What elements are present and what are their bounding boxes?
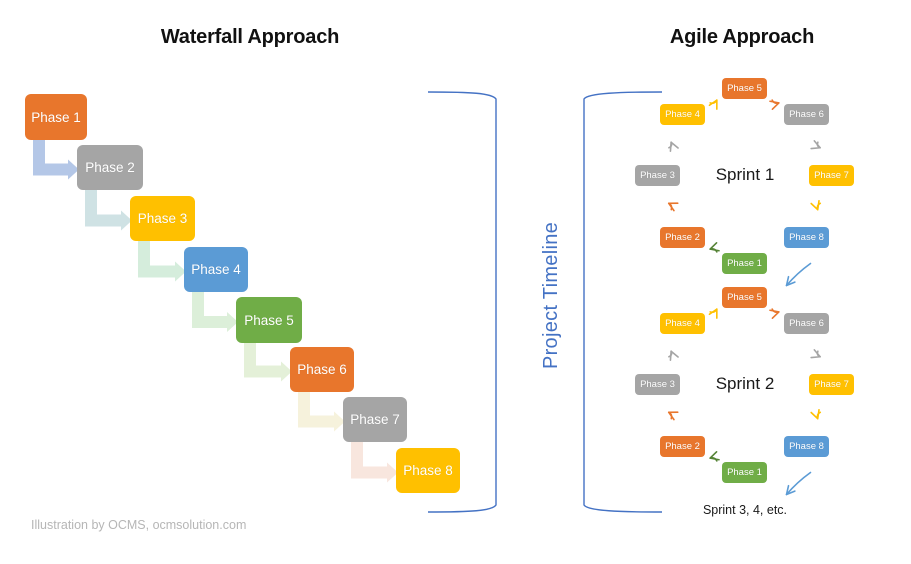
agile-sprint-2-phase-box-6[interactable]: Phase 6 xyxy=(784,313,829,334)
agile-phase-label: Phase 8 xyxy=(789,441,824,452)
agile-sprint-2-arrow-5 xyxy=(769,308,780,319)
agile-sprint-2-arrow-2 xyxy=(667,411,679,421)
agile-sprint-1-phase-box-1[interactable]: Phase 1 xyxy=(722,253,767,274)
agile-sprint-2-label: Sprint 2 xyxy=(715,374,775,393)
agile-sprint-1-arrow-2 xyxy=(667,202,679,212)
agile-sprint-1-arrow-3 xyxy=(668,141,679,153)
agile-sprint-1-arrow-1 xyxy=(709,242,720,253)
agile-sprint-continuation-note: Sprint 3, 4, etc. xyxy=(702,503,788,517)
agile-sprint-1-arrow-7 xyxy=(810,199,822,211)
agile-sprint-2-phase-box-5[interactable]: Phase 5 xyxy=(722,287,767,308)
agile-phase-label: Phase 1 xyxy=(727,467,762,478)
agile-sprint-1-phase-box-6[interactable]: Phase 6 xyxy=(784,104,829,125)
agile-phase-label: Phase 5 xyxy=(727,83,762,94)
agile-sprint-2-arrow-7 xyxy=(810,408,822,420)
agile-sprint-2-phase-box-1[interactable]: Phase 1 xyxy=(722,462,767,483)
agile-phase-label: Phase 4 xyxy=(665,318,700,329)
agile-phase-label: Phase 2 xyxy=(665,441,700,452)
agile-sprint-2-arrow-3 xyxy=(668,350,679,362)
agile-sprint-1-phase-box-8[interactable]: Phase 8 xyxy=(784,227,829,248)
agile-sprint-1-exit-arrow xyxy=(785,262,812,287)
agile-sprint-2-phase-box-7[interactable]: Phase 7 xyxy=(809,374,854,395)
agile-sprint-2-phase-box-8[interactable]: Phase 8 xyxy=(784,436,829,457)
agile-phase-label: Phase 5 xyxy=(727,292,762,303)
agile-phase-label: Phase 6 xyxy=(789,318,824,329)
diagram-canvas: Waterfall Approach Agile Approach Phase … xyxy=(0,0,911,564)
agile-phase-label: Phase 6 xyxy=(789,109,824,120)
agile-connectors xyxy=(667,99,822,496)
agile-phase-label: Phase 3 xyxy=(640,170,675,181)
agile-sprint-1-arrow-5 xyxy=(769,99,780,110)
agile-phase-label: Phase 7 xyxy=(814,379,849,390)
agile-sprint-1-arrow-6 xyxy=(810,140,821,150)
agile-phase-label: Phase 4 xyxy=(665,109,700,120)
agile-sprint-1-phase-box-4[interactable]: Phase 4 xyxy=(660,104,705,125)
agile-sprint-2-phase-box-4[interactable]: Phase 4 xyxy=(660,313,705,334)
agile-phase-label: Phase 8 xyxy=(789,232,824,243)
agile-sprint-2-arrow-1 xyxy=(709,451,720,462)
agile-sprint-2-exit-arrow xyxy=(785,471,812,496)
agile-phase-label: Phase 3 xyxy=(640,379,675,390)
agile-sprint-1-phase-box-7[interactable]: Phase 7 xyxy=(809,165,854,186)
agile-sprint-2-phase-box-2[interactable]: Phase 2 xyxy=(660,436,705,457)
agile-sprint-1-phase-box-3[interactable]: Phase 3 xyxy=(635,165,680,186)
agile-sprint-2-phase-box-3[interactable]: Phase 3 xyxy=(635,374,680,395)
agile-phase-label: Phase 2 xyxy=(665,232,700,243)
agile-sprint-2-arrow-4 xyxy=(708,308,718,319)
agile-sprint-2-arrow-6 xyxy=(810,349,821,359)
agile-phase-label: Phase 1 xyxy=(727,258,762,269)
agile-sprint-1-phase-box-2[interactable]: Phase 2 xyxy=(660,227,705,248)
footer-credit: Illustration by OCMS, ocmsolution.com xyxy=(31,518,247,532)
agile-phase-label: Phase 7 xyxy=(814,170,849,181)
agile-sprint-1-label: Sprint 1 xyxy=(715,165,775,184)
agile-sprint-1-arrow-4 xyxy=(708,99,718,110)
agile-sprint-1-phase-box-5[interactable]: Phase 5 xyxy=(722,78,767,99)
